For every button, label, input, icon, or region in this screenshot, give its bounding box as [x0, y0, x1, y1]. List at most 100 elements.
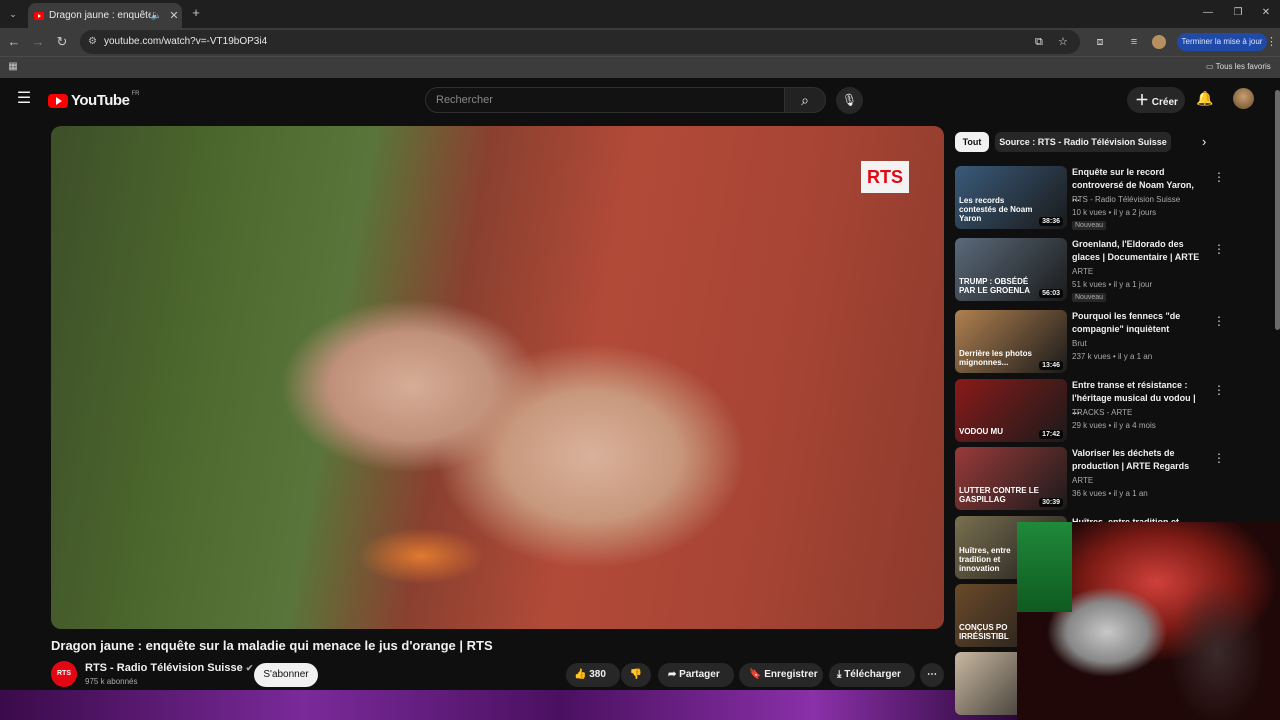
recommendation-meta: 237 k vues • il y a 1 an: [1072, 352, 1153, 361]
duration-badge: 56:03: [1039, 289, 1063, 298]
more-options-icon[interactable]: ⋮: [1213, 383, 1225, 397]
duration-badge: 38:36: [1039, 217, 1063, 226]
recommendation-card[interactable]: Les records contestés de Noam Yaron 38:36…: [955, 166, 1225, 232]
search-icon: ⌕: [801, 92, 809, 108]
recommendation-channel[interactable]: TRACKS - ARTE: [1072, 408, 1132, 417]
minimize-icon[interactable]: —: [1200, 3, 1216, 23]
recommendation-card[interactable]: VODOU MU 17:42 Entre transe et résistance …: [955, 379, 1225, 445]
duration-badge: 30:39: [1039, 498, 1063, 507]
share-label: Partager: [679, 669, 720, 680]
chip-source[interactable]: Source : RTS - Radio Télévision Suisse: [995, 132, 1171, 152]
recommendation-meta: 36 k vues • il y a 1 an: [1072, 489, 1148, 498]
new-tab-icon[interactable]: +: [188, 3, 204, 23]
all-bookmarks-label: Tous les favoris: [1215, 62, 1271, 71]
more-actions-button[interactable]: ⋯: [920, 663, 944, 687]
chevron-right-icon[interactable]: ›: [1202, 134, 1206, 149]
notifications-bell-icon[interactable]: 🔔: [1196, 90, 1213, 107]
plus-icon: ＋: [1135, 92, 1149, 108]
save-label: Enregistrer: [764, 669, 818, 680]
recommendation-card[interactable]: TRUMP : OBSÉDÉ PAR LE GROENLA 56:03 Groenl…: [955, 238, 1225, 304]
audio-playing-icon[interactable]: 🔈: [151, 10, 162, 21]
menu-kebab-icon[interactable]: ⋮: [1266, 32, 1277, 52]
close-window-icon[interactable]: ✕: [1258, 3, 1274, 23]
more-options-icon[interactable]: ⋮: [1213, 314, 1225, 328]
hamburger-menu-icon[interactable]: ☰: [14, 89, 34, 109]
video-thumbnail[interactable]: VODOU MU 17:42: [955, 379, 1067, 442]
bookmark-icon: 🔖: [749, 669, 762, 680]
youtube-play-icon: [48, 93, 68, 108]
profile-avatar[interactable]: [1152, 35, 1166, 49]
maximize-icon[interactable]: ❐: [1230, 3, 1246, 23]
create-button[interactable]: ＋ Créer: [1127, 87, 1185, 113]
apps-grid-icon[interactable]: ▦: [6, 57, 20, 77]
like-count: 380: [589, 669, 606, 680]
taskbar-wallpaper-strip: [0, 690, 1017, 720]
subscriber-count: 975 k abonnés: [85, 677, 138, 686]
browser-tab-bar: ⌄ Dragon jaune : enquête sur la maladie …: [0, 0, 1280, 28]
recommendation-channel[interactable]: ARTE: [1072, 267, 1093, 276]
bookmarks-bar: ▦ ▭ Tous les favoris: [0, 56, 1280, 78]
recommendation-meta: 51 k vues • il y a 1 jour: [1072, 280, 1153, 289]
back-icon[interactable]: ←: [6, 32, 22, 52]
youtube-favicon-icon: [34, 11, 44, 20]
voice-search-button[interactable]: 🎙: [836, 87, 863, 114]
channel-name-text: RTS - Radio Télévision Suisse: [85, 662, 243, 674]
more-options-icon[interactable]: ⋮: [1213, 451, 1225, 465]
all-bookmarks-folder[interactable]: ▭ Tous les favoris: [1206, 62, 1271, 71]
recommendation-card[interactable]: LUTTER CONTRE LE GASPILLAG 30:39 Valoriser…: [955, 447, 1225, 513]
share-button[interactable]: ➦ Partager: [658, 663, 734, 687]
save-button[interactable]: 🔖 Enregistrer: [739, 663, 823, 687]
folder-icon: ▭: [1206, 62, 1216, 71]
reading-list-icon[interactable]: ≡: [1126, 32, 1142, 52]
extensions-icon[interactable]: ⧈: [1092, 32, 1108, 52]
recommendation-card[interactable]: Derrière les photos mignonnes... 13:46 Pou…: [955, 310, 1225, 376]
thumbs-down-icon: 👎: [629, 669, 643, 680]
video-thumbnail[interactable]: Derrière les photos mignonnes... 13:46: [955, 310, 1067, 373]
rts-watermark-logo: RTS: [861, 161, 909, 193]
video-thumbnail[interactable]: LUTTER CONTRE LE GASPILLAG 30:39: [955, 447, 1067, 510]
recommendation-channel[interactable]: ARTE: [1072, 476, 1093, 485]
download-button[interactable]: ⤓ Télécharger: [829, 663, 915, 687]
browser-tab[interactable]: Dragon jaune : enquête sur la maladie qu…: [28, 3, 182, 28]
thumbnail-caption: Les records contestés de Noam Yaron: [959, 196, 1033, 223]
bookmark-star-icon[interactable]: ☆: [1058, 30, 1068, 54]
subscribe-button[interactable]: S'abonner: [254, 663, 318, 687]
country-code: FR: [131, 90, 140, 97]
account-avatar[interactable]: [1233, 88, 1254, 109]
update-button[interactable]: Terminer la mise à jour: [1177, 33, 1267, 51]
youtube-logo[interactable]: YouTube FR: [48, 90, 140, 109]
more-options-icon[interactable]: ⋮: [1213, 242, 1225, 256]
dislike-button[interactable]: 👎: [621, 663, 651, 687]
microphone-icon: 🎙: [841, 93, 858, 107]
url-field[interactable]: ⚙ youtube.com/watch?v=-VT19bOP3i4 ⧉ ☆: [80, 30, 1080, 54]
scrollbar[interactable]: [1275, 90, 1280, 330]
video-thumbnail[interactable]: TRUMP : OBSÉDÉ PAR LE GROENLA 56:03: [955, 238, 1067, 301]
chip-all[interactable]: Tout: [955, 132, 989, 152]
verified-icon: ✔: [245, 663, 254, 673]
address-bar-row: ← → ↻ ⚙ youtube.com/watch?v=-VT19bOP3i4 …: [0, 28, 1280, 56]
like-button[interactable]: 👍 380: [566, 663, 620, 687]
more-options-icon[interactable]: ⋮: [1213, 170, 1225, 184]
thumbnail-caption: LUTTER CONTRE LE GASPILLAG: [959, 486, 1039, 504]
recommendation-title[interactable]: Groenland, l'Eldorado des glaces | Docum…: [1072, 238, 1202, 264]
close-tab-icon[interactable]: ✕: [166, 9, 182, 22]
channel-name[interactable]: RTS - Radio Télévision Suisse ✔: [85, 662, 253, 674]
webcam-background-flag: [1017, 522, 1072, 612]
recommendation-channel[interactable]: Brut: [1072, 339, 1087, 348]
create-label: Créer: [1151, 97, 1178, 108]
recommendation-channel[interactable]: RTS - Radio Télévision Suisse: [1072, 195, 1180, 204]
site-info-icon[interactable]: ⚙: [88, 30, 97, 54]
tab-list-icon[interactable]: ⌄: [4, 4, 22, 24]
forward-icon[interactable]: →: [30, 32, 46, 52]
video-player[interactable]: RTS: [51, 126, 944, 629]
recommendation-meta: 10 k vues • il y a 2 jours: [1072, 208, 1157, 217]
search-input[interactable]: Rechercher: [425, 87, 785, 113]
recommendation-title[interactable]: Pourquoi les fennecs "de compagnie" inqu…: [1072, 310, 1202, 336]
channel-avatar[interactable]: RTS: [51, 661, 77, 687]
recommendation-title[interactable]: Valoriser les déchets de production | AR…: [1072, 447, 1202, 473]
duration-badge: 17:42: [1039, 430, 1063, 439]
install-app-icon[interactable]: ⧉: [1035, 30, 1043, 54]
search-button[interactable]: ⌕: [784, 87, 826, 113]
video-thumbnail[interactable]: Les records contestés de Noam Yaron 38:36: [955, 166, 1067, 229]
reload-icon[interactable]: ↻: [54, 32, 70, 52]
